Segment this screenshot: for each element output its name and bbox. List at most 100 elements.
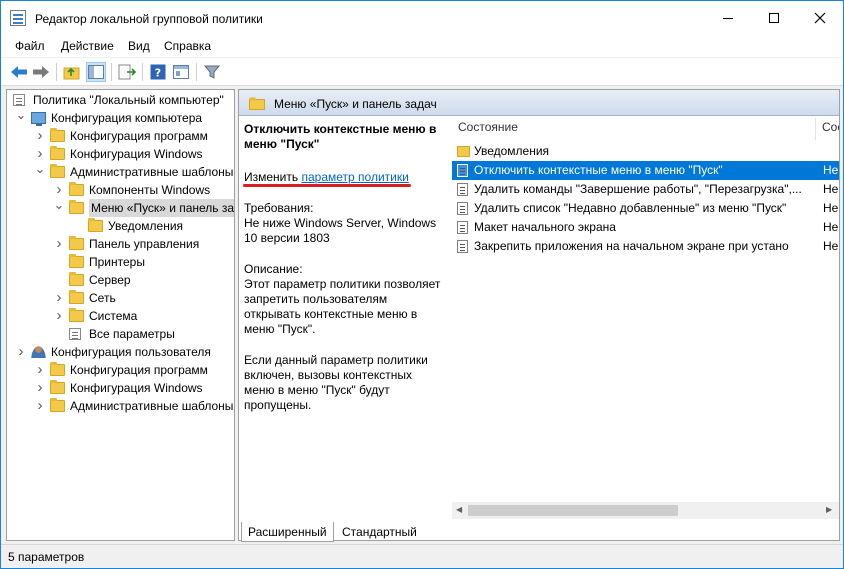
tab-extended[interactable]: Расширенный: [241, 522, 334, 542]
list-item[interactable]: Удалить список "Недавно добавленные" из …: [452, 199, 839, 218]
folder-icon: [50, 128, 65, 142]
description-text: Этот параметр политики позволяет запрети…: [244, 277, 441, 336]
console-tree[interactable]: Политика "Локальный компьютер" ⌄ Конфигура…: [6, 89, 235, 541]
expand-chevron-icon[interactable]: ›: [34, 127, 46, 145]
list-item-state: Не: [823, 182, 839, 196]
column-separator[interactable]: [815, 118, 816, 140]
tree-item[interactable]: › Административные шаблоны: [9, 397, 234, 415]
tree-item[interactable]: ⌄ Меню «Пуск» и панель задач: [9, 196, 234, 217]
properties-button[interactable]: [171, 62, 191, 82]
tree-item[interactable]: Сервер: [9, 271, 234, 289]
tree-item-label: Политика "Локальный компьютер": [33, 93, 224, 107]
minimize-button[interactable]: [705, 1, 751, 35]
folder-up-icon: [63, 67, 80, 80]
menu-view[interactable]: Вид: [128, 39, 150, 53]
help-icon: ?: [150, 64, 166, 80]
tab-standard[interactable]: Стандартный: [336, 522, 423, 542]
doc-icon: [13, 94, 25, 106]
scroll-left-icon[interactable]: ◀: [456, 505, 462, 514]
filter-icon: [204, 65, 220, 79]
tree-item-label: Конфигурация программ: [70, 129, 208, 143]
list-item-name: Отключить контекстные меню в меню "Пуск": [474, 163, 723, 177]
help-button[interactable]: ?: [148, 62, 168, 82]
close-button[interactable]: [797, 1, 843, 35]
expand-chevron-icon[interactable]: ›: [53, 289, 65, 307]
scroll-right-icon[interactable]: ▶: [826, 505, 832, 514]
export-list-button[interactable]: [117, 62, 137, 82]
back-button[interactable]: [9, 62, 29, 82]
tree-item[interactable]: › Сеть: [9, 289, 234, 307]
tree-item[interactable]: › Система: [9, 307, 234, 325]
tree-item[interactable]: › Панель управления: [9, 235, 234, 253]
menu-file[interactable]: Файл: [15, 39, 45, 53]
filter-button[interactable]: [202, 62, 222, 82]
tree-item-label: Все параметры: [89, 327, 175, 341]
collapse-chevron-icon[interactable]: ⌄: [34, 160, 46, 178]
list-item-name: Удалить команды "Завершение работы", "Пе…: [474, 182, 802, 196]
minimize-icon: [723, 17, 733, 19]
collapse-chevron-icon[interactable]: ⌄: [53, 196, 65, 214]
settings-list: Состояние Сос Уведомления Отключить конте…: [452, 116, 839, 502]
list-item[interactable]: Макет начального экрана Не: [452, 218, 839, 237]
policy-setting-icon: [457, 202, 468, 215]
status-bar: 5 параметров: [1, 544, 843, 568]
tree-item[interactable]: ⌄ Конфигурация компьютера: [9, 106, 234, 127]
tree-item[interactable]: Принтеры: [9, 253, 234, 271]
tree-item[interactable]: › Конфигурация Windows: [9, 379, 234, 397]
expand-chevron-icon[interactable]: ›: [53, 307, 65, 325]
red-underline-annotation: [243, 184, 411, 187]
tree-item-label: Конфигурация пользователя: [51, 345, 211, 359]
details-pane: Меню «Пуск» и панель задач Отключить кон…: [238, 89, 840, 541]
list-item[interactable]: Закрепить приложения на начальном экране…: [452, 237, 839, 256]
expand-chevron-icon[interactable]: ›: [34, 379, 46, 397]
list-item[interactable]: Отключить контекстные меню в меню "Пуск"…: [452, 161, 839, 180]
folder-icon: [69, 290, 84, 304]
maximize-button[interactable]: [751, 1, 797, 35]
folder-icon: [249, 97, 265, 110]
tree-item[interactable]: Все параметры: [9, 325, 234, 343]
menu-action[interactable]: Действие: [61, 39, 114, 53]
folder-icon: [50, 146, 65, 160]
expand-chevron-icon[interactable]: ›: [15, 343, 27, 361]
toolbar: ?: [1, 58, 843, 86]
expand-chevron-icon[interactable]: ›: [53, 235, 65, 253]
details-header: Меню «Пуск» и панель задач: [239, 90, 839, 116]
list-item[interactable]: Уведомления: [452, 142, 839, 161]
menu-help[interactable]: Справка: [164, 39, 211, 53]
description-label: Описание:: [244, 262, 303, 276]
tree-item[interactable]: › Конфигурация программ: [9, 127, 234, 145]
horizontal-scrollbar[interactable]: ◀ ▶: [452, 502, 839, 519]
window-title: Редактор локальной групповой политики: [35, 12, 263, 26]
tree-item-label: Принтеры: [89, 255, 145, 269]
forward-arrow-icon: [33, 66, 49, 78]
tree-item[interactable]: ⌄ Административные шаблоны: [9, 160, 234, 181]
folder-icon: [50, 164, 65, 178]
tree-item[interactable]: › Компоненты Windows: [9, 181, 234, 199]
tree-item[interactable]: Политика "Локальный компьютер": [9, 91, 234, 109]
folder-icon: [69, 182, 84, 196]
view-tabs: Расширенный Стандартный: [238, 522, 538, 542]
up-level-button[interactable]: [62, 62, 82, 82]
menu-bar: Файл Действие Вид Справка: [1, 35, 843, 57]
edit-policy-link[interactable]: параметр политики: [301, 170, 408, 184]
forward-button[interactable]: [31, 62, 51, 82]
column-header-state-2[interactable]: Сос: [822, 120, 839, 140]
expand-chevron-icon[interactable]: ›: [34, 361, 46, 379]
column-header-state[interactable]: Состояние: [458, 120, 518, 140]
policy-setting-icon: [457, 240, 468, 253]
expand-chevron-icon[interactable]: ›: [34, 397, 46, 415]
show-hide-tree-button[interactable]: [86, 62, 106, 82]
tree-item[interactable]: Уведомления: [9, 217, 234, 235]
tree-item-label: Конфигурация Windows: [70, 381, 203, 395]
tree-item[interactable]: › Конфигурация пользователя: [9, 343, 234, 361]
folder-icon: [69, 236, 84, 250]
list-item[interactable]: Удалить команды "Завершение работы", "Пе…: [452, 180, 839, 199]
folder-icon: [69, 308, 84, 322]
collapse-chevron-icon[interactable]: ⌄: [15, 106, 27, 124]
tree-item-label: Уведомления: [108, 219, 184, 233]
policy-editor-icon: [10, 10, 26, 26]
description-text-2: Если данный параметр политики включен, в…: [244, 353, 428, 412]
scrollbar-thumb[interactable]: [468, 505, 678, 516]
policy-setting-icon: [457, 164, 468, 177]
tree-item[interactable]: › Конфигурация программ: [9, 361, 234, 379]
